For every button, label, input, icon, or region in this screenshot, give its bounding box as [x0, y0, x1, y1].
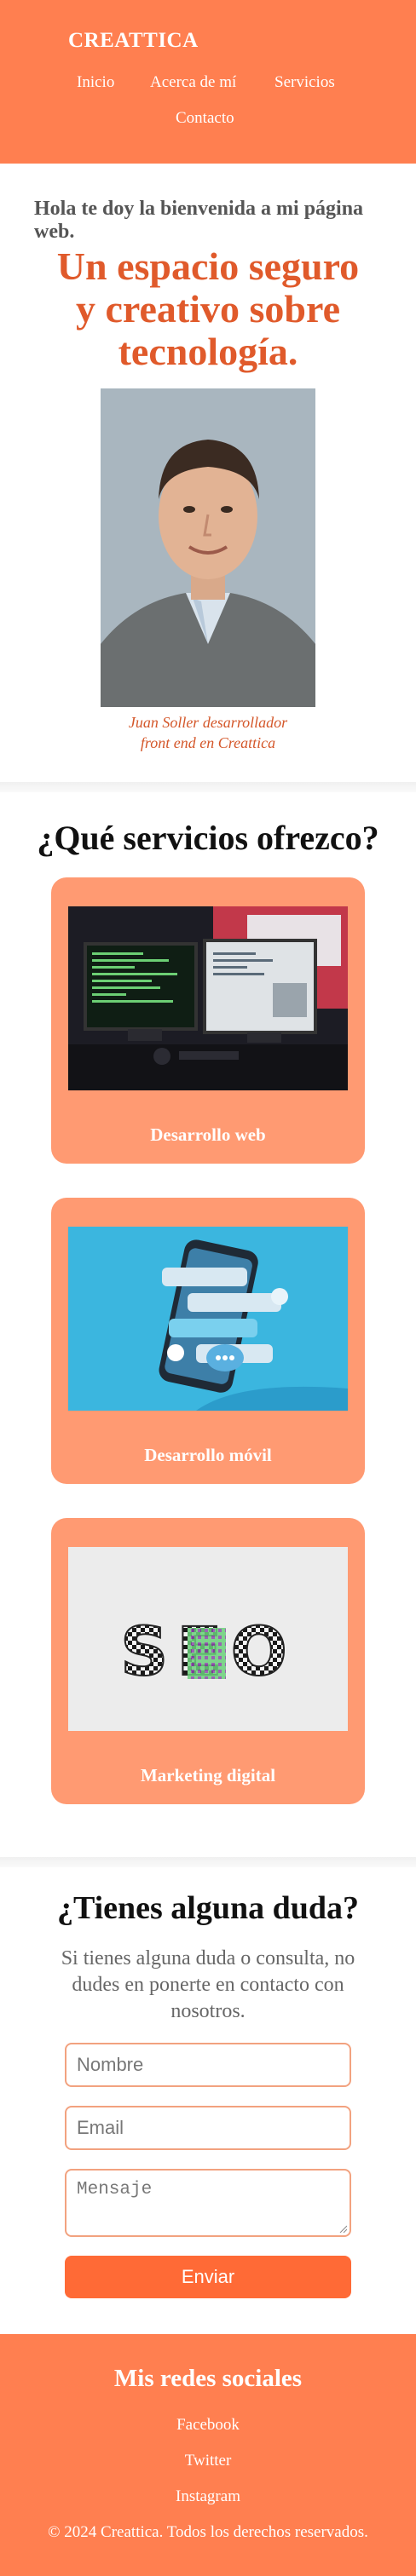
seo-image: SEO — [68, 1547, 348, 1731]
services-title: ¿Qué servicios ofrezco? — [37, 819, 379, 857]
service-label: Desarrollo móvil — [144, 1445, 272, 1465]
facebook-link[interactable]: Facebook — [0, 2416, 416, 2435]
email-input[interactable]: Email — [65, 2106, 351, 2150]
message-textarea[interactable]: Mensaje — [65, 2169, 351, 2237]
twitter-link[interactable]: Twitter — [0, 2452, 416, 2470]
headline-line: tecnología. — [118, 330, 298, 373]
profile-photo — [101, 388, 315, 707]
contact-title: ¿Tienes alguna duda? — [56, 1890, 360, 1926]
site-header: CREATTICA Inicio Acerca de mí Servicios … — [0, 0, 416, 164]
headline-line: y creativo sobre — [75, 287, 340, 331]
service-label: Desarrollo web — [150, 1124, 266, 1145]
contact-description: Si tienes alguna duda o consulta, no dud… — [61, 1947, 355, 2022]
service-label: Marketing digital — [140, 1765, 276, 1785]
name-input[interactable]: Nombre — [65, 2043, 351, 2087]
section-divider — [0, 782, 416, 792]
caption-line: Juan Soller desarrollador — [128, 714, 288, 731]
brand-logo[interactable]: CREATTICA — [68, 29, 199, 53]
caption-line: front end en Creattica — [140, 734, 276, 751]
service-card-mobile[interactable]: Desarrollo móvil — [51, 1198, 365, 1484]
site-footer: Mis redes sociales Facebook Twitter Inst… — [0, 2334, 416, 2576]
nav-inicio[interactable]: Inicio — [77, 73, 114, 92]
resize-handle-icon[interactable] — [338, 2224, 347, 2233]
photo-caption: Juan Soller desarrollador front end en C… — [0, 712, 416, 753]
web-dev-image — [68, 906, 348, 1090]
service-card-web[interactable]: Desarrollo web — [51, 877, 365, 1164]
mobile-dev-image — [68, 1227, 348, 1411]
nav-contacto[interactable]: Contacto — [176, 109, 234, 128]
message-placeholder: Mensaje — [77, 2180, 153, 2199]
service-card-marketing[interactable]: SEO Marketing digital — [51, 1518, 365, 1804]
headline-line: Un espacio seguro — [56, 244, 360, 288]
welcome-text: Hola te doy la bienvenida a mi página we… — [34, 198, 364, 243]
copyright-text: © 2024 Creattica. Todos los derechos res… — [48, 2523, 368, 2541]
section-divider — [0, 1857, 416, 1867]
social-title: Mis redes sociales — [113, 2365, 303, 2392]
hero-headline: Un espacio seguro y creativo sobre tecno… — [0, 245, 416, 373]
instagram-link[interactable]: Instagram — [0, 2487, 416, 2506]
hero-section: Hola te doy la bienvenida a mi página we… — [0, 164, 416, 780]
nav-acerca[interactable]: Acerca de mí — [150, 73, 236, 92]
send-button[interactable]: Enviar — [65, 2256, 351, 2298]
nav-servicios[interactable]: Servicios — [274, 73, 335, 92]
